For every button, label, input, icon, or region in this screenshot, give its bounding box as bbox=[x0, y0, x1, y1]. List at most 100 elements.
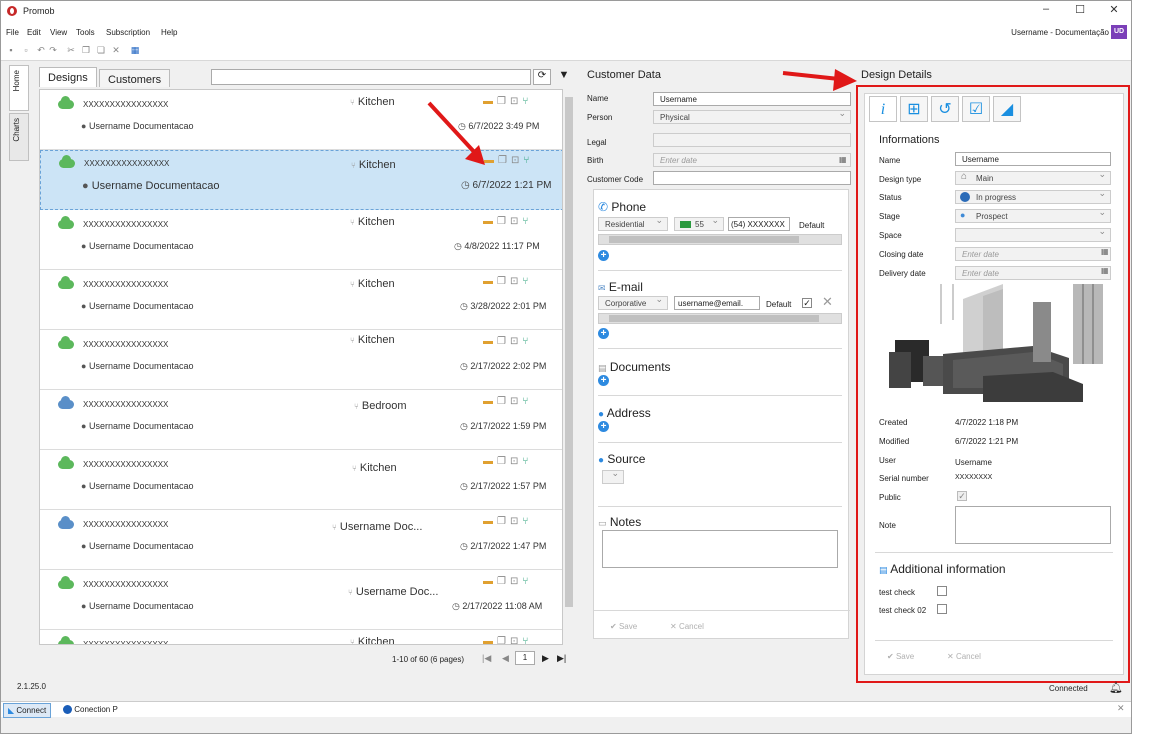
stage-select[interactable]: Prospect bbox=[955, 209, 1111, 223]
menu-view[interactable]: View bbox=[50, 28, 67, 37]
email-default-checkbox[interactable]: ✓ bbox=[802, 298, 812, 308]
copy-icon[interactable]: ❐ bbox=[81, 45, 91, 55]
filter-icon[interactable]: ▼ bbox=[555, 69, 573, 85]
test-check-checkbox[interactable] bbox=[937, 586, 947, 596]
tab-designs[interactable]: Designs bbox=[39, 67, 97, 87]
design-row[interactable]: XXXXXXXXXXXXXXXX ⑂ Username Doc... ▬❐⊡⑂ ● U… bbox=[40, 570, 562, 630]
design-row[interactable]: XXXXXXXXXXXXXXXX ⑂ Bedroom ▬❐⊡⑂ ● Username … bbox=[40, 390, 562, 450]
design-row[interactable]: XXXXXXXXXXXXXXXX ⑂ Kitchen ▬❐⊡⑂ ● Username … bbox=[40, 450, 562, 510]
list-scrollbar[interactable] bbox=[563, 89, 575, 645]
row-actions[interactable]: ▬❐⊡⑂ bbox=[483, 456, 532, 467]
conection-button[interactable]: Conection P bbox=[63, 705, 118, 715]
design-date: ◷ 2/17/2022 2:02 PM bbox=[460, 361, 547, 371]
closing-calendar-icon[interactable]: ▦ bbox=[1101, 247, 1109, 256]
person-select[interactable]: Physical bbox=[653, 110, 851, 124]
design-row[interactable]: XXXXXXXXXXXXXXXX ⑂ Username Doc... ▬❐⊡⑂ ● U… bbox=[40, 510, 562, 570]
undo-icon[interactable]: ↶ bbox=[36, 45, 46, 55]
design-row[interactable]: XXXXXXXXXXXXXXXX ⑂ Kitchen ▬❐⊡⑂ ● Username … bbox=[40, 270, 562, 330]
minimize-button[interactable]: – bbox=[1031, 3, 1061, 19]
tab-customers[interactable]: Customers bbox=[99, 69, 171, 87]
refresh-icon[interactable]: ⟳ bbox=[533, 69, 551, 85]
design-row[interactable]: XXXXXXXXXXXXXXXX ⑂ Kitchen ▬❐⊡⑂ ● Username … bbox=[40, 210, 562, 270]
redo-icon[interactable]: ↷ bbox=[48, 45, 58, 55]
bell-icon[interactable]: 🔔︎ bbox=[1109, 681, 1123, 694]
add-document-button[interactable]: + bbox=[598, 375, 609, 386]
note-textarea[interactable] bbox=[955, 506, 1111, 544]
row-actions[interactable]: ▬❐⊡⑂ bbox=[483, 636, 532, 644]
add-address-button[interactable]: + bbox=[598, 421, 609, 432]
email-type-select[interactable]: Corporative bbox=[598, 296, 668, 310]
phone-number-input[interactable]: (54) XXXXXXX bbox=[728, 217, 790, 231]
space-select[interactable] bbox=[955, 228, 1111, 242]
details-cancel-button[interactable]: ✕ Cancel bbox=[947, 652, 981, 661]
cut-icon[interactable]: ✂ bbox=[66, 45, 76, 55]
checklist-tab-icon[interactable]: ☑ bbox=[962, 96, 990, 122]
row-actions[interactable]: ▬❐⊡⑂ bbox=[483, 396, 532, 407]
tab-charts[interactable]: Charts bbox=[9, 113, 29, 161]
row-actions[interactable]: ▬❐⊡⑂ bbox=[483, 336, 532, 347]
menu-file[interactable]: File bbox=[6, 28, 19, 37]
user-avatar[interactable]: UD bbox=[1111, 25, 1127, 39]
add-email-button[interactable]: + bbox=[598, 328, 609, 339]
details-save-button[interactable]: ✔ Save bbox=[887, 652, 914, 661]
tab-home[interactable]: Home bbox=[9, 65, 29, 111]
paste-icon[interactable]: ❏ bbox=[96, 45, 106, 55]
menu-subscription[interactable]: Subscription bbox=[106, 28, 150, 37]
customer-save-button[interactable]: ✔ Save bbox=[610, 622, 637, 631]
print-icon[interactable]: ▫ bbox=[21, 45, 31, 55]
email-input[interactable]: username@email. bbox=[674, 296, 760, 310]
customer-name-input[interactable]: Username bbox=[653, 92, 851, 106]
menu-tools[interactable]: Tools bbox=[76, 28, 95, 37]
menu-help[interactable]: Help bbox=[161, 28, 177, 37]
row-actions[interactable]: ▬❐⊡⑂ bbox=[483, 516, 532, 527]
status-select[interactable]: In progress bbox=[955, 190, 1111, 204]
status-close-icon[interactable]: ✕ bbox=[1117, 703, 1125, 714]
customer-code-label: Customer Code bbox=[587, 175, 644, 184]
design-row[interactable]: XXXXXXXXXXXXXXXX ⑂ Kitchen ▬❐⊡⑂ bbox=[40, 630, 562, 644]
last-page-button[interactable]: ▶| bbox=[557, 653, 566, 664]
design-type-select[interactable]: Main bbox=[955, 171, 1111, 185]
layout-icon[interactable]: ▦ bbox=[128, 45, 142, 55]
history-tab-icon[interactable]: ↺ bbox=[931, 96, 959, 122]
row-actions[interactable]: ▬❐⊡⑂ bbox=[483, 576, 532, 587]
phone-scrollbar[interactable] bbox=[598, 234, 842, 245]
birth-date-input[interactable]: Enter date bbox=[653, 153, 851, 167]
chart-tab-icon[interactable]: ◢ bbox=[993, 96, 1021, 122]
close-button[interactable]: ✕ bbox=[1099, 3, 1129, 19]
share-icon: ⑂ bbox=[522, 396, 533, 407]
next-page-button[interactable]: ▶ bbox=[542, 653, 549, 664]
delivery-date-input[interactable]: Enter date bbox=[955, 266, 1111, 280]
test-check-02-checkbox[interactable] bbox=[937, 604, 947, 614]
customer-code-input[interactable] bbox=[653, 171, 851, 185]
source-select[interactable] bbox=[602, 470, 624, 484]
page-input[interactable]: 1 bbox=[515, 651, 535, 665]
calendar-icon[interactable]: ▦ bbox=[839, 155, 847, 164]
design-name-input[interactable]: Username bbox=[955, 152, 1111, 166]
public-checkbox[interactable]: ✓ bbox=[957, 491, 967, 501]
delivery-calendar-icon[interactable]: ▦ bbox=[1101, 266, 1109, 275]
connect-button[interactable]: ◣ Connect bbox=[3, 703, 52, 718]
remove-email-icon[interactable]: ✕ bbox=[822, 294, 833, 310]
notes-textarea[interactable] bbox=[602, 530, 838, 568]
email-scrollbar[interactable] bbox=[598, 313, 842, 324]
add-phone-button[interactable]: + bbox=[598, 250, 609, 261]
first-page-button[interactable]: |◀ bbox=[482, 653, 491, 664]
phone-type-select[interactable]: Residential bbox=[598, 217, 668, 231]
delete-icon[interactable]: ✕ bbox=[111, 45, 121, 55]
design-row[interactable]: XXXXXXXXXXXXXXXX ⑂ Kitchen ▬❐⊡⑂ ● Username … bbox=[40, 330, 562, 390]
row-actions[interactable]: ▬❐⊡⑂ bbox=[483, 216, 532, 227]
hierarchy-tab-icon[interactable]: ⊞ bbox=[900, 96, 928, 122]
menu-edit[interactable]: Edit bbox=[27, 28, 41, 37]
customer-cancel-button[interactable]: ✕ Cancel bbox=[670, 622, 704, 631]
save-icon[interactable]: ▪ bbox=[6, 45, 16, 55]
maximize-button[interactable]: ☐ bbox=[1065, 3, 1095, 19]
closing-date-input[interactable]: Enter date bbox=[955, 247, 1111, 261]
cloud-icon bbox=[58, 516, 74, 529]
user-name[interactable]: Username - Documentação bbox=[1011, 28, 1109, 37]
search-input[interactable] bbox=[211, 69, 531, 85]
legal-input[interactable] bbox=[653, 133, 851, 147]
info-tab-icon[interactable]: i bbox=[869, 96, 897, 122]
cloud-icon bbox=[58, 276, 74, 289]
row-actions[interactable]: ▬❐⊡⑂ bbox=[483, 276, 532, 287]
prev-page-button[interactable]: ◀ bbox=[502, 653, 509, 664]
